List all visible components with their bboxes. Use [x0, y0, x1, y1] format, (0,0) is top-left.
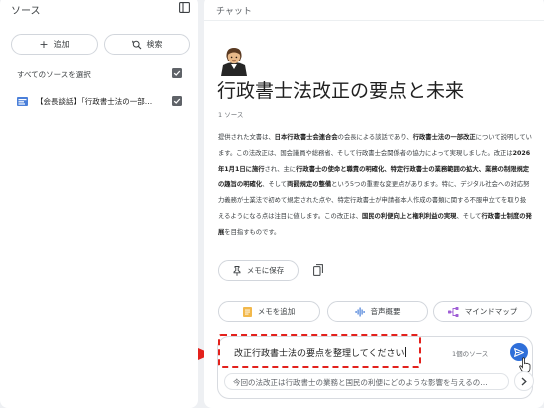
audio-overview-button[interactable]: 音声概要 — [327, 301, 428, 322]
checkmark-icon — [173, 98, 181, 104]
chat-source-count: 1個のソース — [452, 350, 489, 358]
panel-collapse-icon[interactable] — [179, 2, 190, 13]
suggested-question-chip[interactable]: 今回の法改正は行政書士の業務と国民の利便にどのような影響を与えるの… — [224, 373, 509, 390]
add-source-button[interactable]: + 追加 — [11, 34, 98, 55]
source-item-label[interactable]: 【会長談話】「行政書士法の一部… — [36, 96, 162, 107]
note-summary: 提供された文書は、日本行政書士会連合会の会長による談話であり、行政書士法の一部改… — [218, 134, 532, 236]
audio-overview-label: 音声概要 — [370, 307, 401, 316]
mindmap-label: マインドマップ — [464, 307, 518, 316]
note-source-count: 1 ソース — [218, 111, 244, 119]
memo-icon — [242, 306, 252, 317]
audio-wave-icon — [355, 307, 365, 316]
search-sparkle-icon — [131, 39, 141, 49]
add-memo-button[interactable]: メモを追加 — [218, 301, 320, 322]
select-all-checkbox[interactable] — [172, 68, 182, 78]
select-all-label: すべてのソースを選択 — [17, 70, 91, 79]
note-title: 行政書士法改正の要点と未来 — [217, 80, 465, 102]
checkmark-icon — [173, 70, 181, 76]
sources-panel-title: ソース — [11, 6, 41, 17]
send-arrow-icon — [514, 347, 524, 357]
judge-emoji-icon — [221, 48, 247, 76]
sources-panel: ソース + 追加 検索 すべてのソースを選択 【会長談話】「行政書士法の一部… — [0, 0, 198, 408]
copy-icon[interactable] — [313, 264, 323, 276]
pin-icon — [233, 265, 241, 276]
search-source-button[interactable]: 検索 — [104, 34, 190, 55]
plus-icon: + — [39, 38, 49, 51]
mindmap-button[interactable]: マインドマップ — [433, 301, 532, 322]
mindmap-icon — [447, 306, 459, 317]
search-source-label: 検索 — [146, 40, 163, 49]
highlight-box — [218, 334, 421, 368]
header-divider — [204, 20, 544, 21]
next-suggestion-button[interactable] — [514, 371, 534, 391]
source-item-checkbox[interactable] — [172, 96, 182, 106]
add-memo-label: メモを追加 — [257, 307, 296, 316]
save-to-note-button[interactable]: メモに保存 — [218, 260, 299, 281]
chat-panel-title: チャット — [216, 7, 252, 17]
chevron-right-icon — [521, 377, 527, 385]
document-source-icon — [17, 97, 28, 106]
suggested-question-text: 今回の法改正は行政書士の業務と国民の利便にどのような影響を与えるの… — [233, 378, 488, 387]
add-source-label: 追加 — [53, 40, 70, 49]
save-to-note-label: メモに保存 — [246, 266, 285, 275]
